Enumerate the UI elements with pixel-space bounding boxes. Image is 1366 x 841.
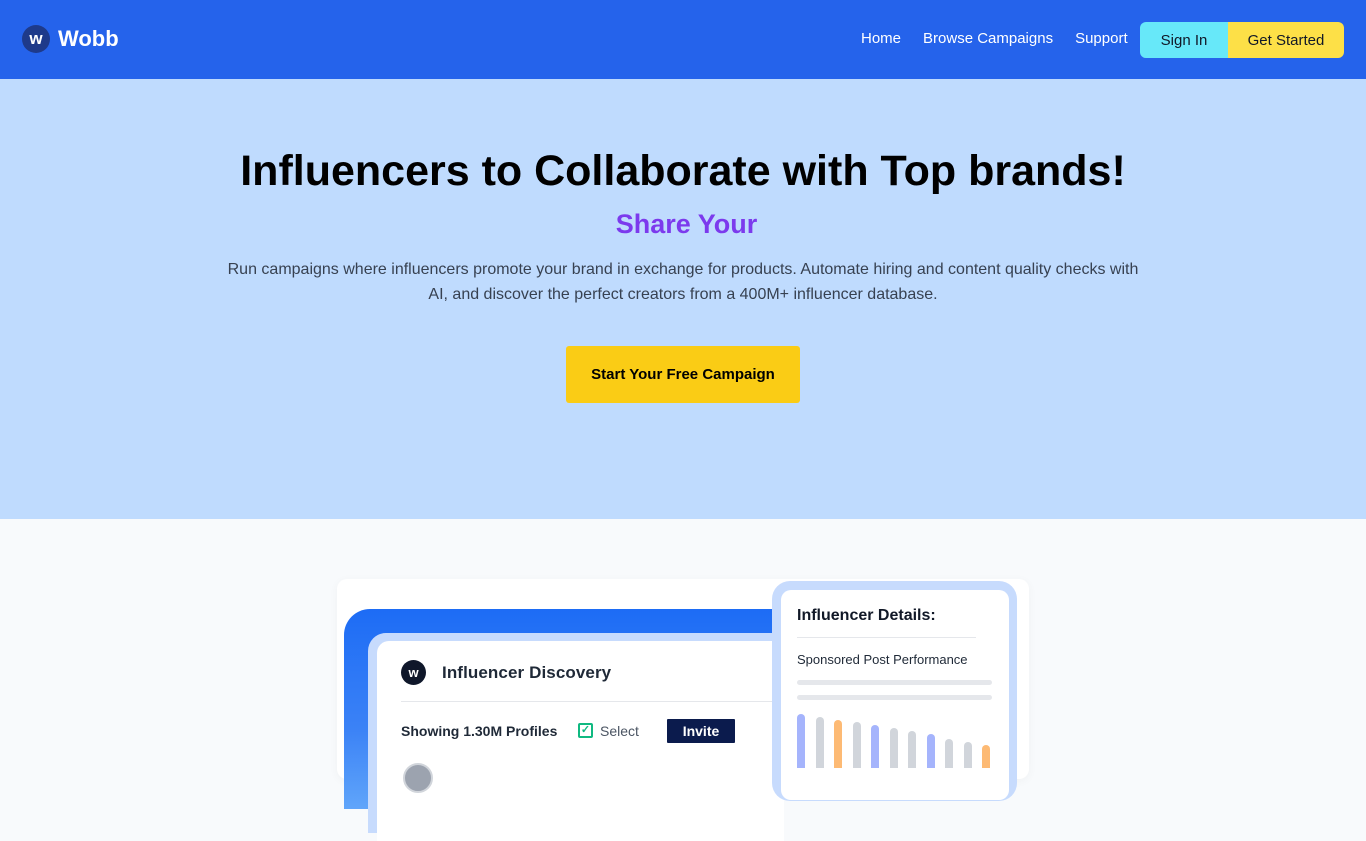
sign-in-button[interactable]: Sign In — [1140, 22, 1228, 58]
divider — [401, 701, 773, 702]
performance-bar — [871, 725, 879, 768]
divider — [797, 637, 976, 638]
performance-bar — [834, 720, 842, 768]
performance-bar — [963, 742, 972, 768]
performance-bar — [982, 745, 990, 768]
placeholder-line — [797, 680, 992, 685]
discovery-title: Influencer Discovery — [442, 663, 612, 682]
placeholder-line — [797, 695, 992, 700]
brand-name: Wobb — [58, 26, 119, 51]
performance-bar — [945, 739, 953, 768]
start-free-campaign-button[interactable]: Start Your Free Campaign — [566, 346, 800, 403]
brand-logo[interactable]: w Wobb — [22, 25, 119, 53]
performance-bar — [908, 731, 916, 768]
nav-link-home[interactable]: Home — [861, 30, 901, 47]
nav-links: Home Browse Campaigns Support — [861, 30, 1128, 47]
nav-link-support[interactable]: Support — [1075, 30, 1128, 47]
hero-title: Influencers to Collaborate with Top bran… — [240, 147, 1126, 195]
select-label[interactable]: Select — [600, 723, 639, 739]
hero-description: Run campaigns where influencers promote … — [227, 261, 1139, 303]
performance-bar-chart — [797, 711, 992, 768]
invite-button[interactable]: Invite — [667, 719, 735, 743]
performance-bar — [852, 722, 861, 768]
top-navbar: w Wobb Home Browse Campaigns Support Sig… — [0, 0, 1366, 79]
discovery-logo-icon: w — [401, 660, 426, 685]
profile-count: Showing 1.30M Profiles — [401, 723, 558, 739]
performance-bar — [889, 728, 898, 768]
performance-bar — [797, 714, 805, 768]
select-checkbox-icon[interactable]: ✓ — [578, 723, 593, 738]
hero-section: Influencers to Collaborate with Top bran… — [0, 79, 1366, 519]
details-subtitle: Sponsored Post Performance — [797, 652, 968, 667]
performance-bar — [926, 734, 935, 768]
hero-subtitle: Share Your — [615, 209, 758, 239]
nav-link-browse-campaigns[interactable]: Browse Campaigns — [923, 30, 1053, 47]
get-started-button[interactable]: Get Started — [1228, 22, 1344, 58]
details-title: Influencer Details: — [797, 607, 936, 624]
product-preview-section: w Influencer Discovery Showing 1.30M Pro… — [0, 519, 1366, 841]
logo-badge-icon: w — [22, 25, 50, 53]
performance-bar — [815, 717, 824, 768]
